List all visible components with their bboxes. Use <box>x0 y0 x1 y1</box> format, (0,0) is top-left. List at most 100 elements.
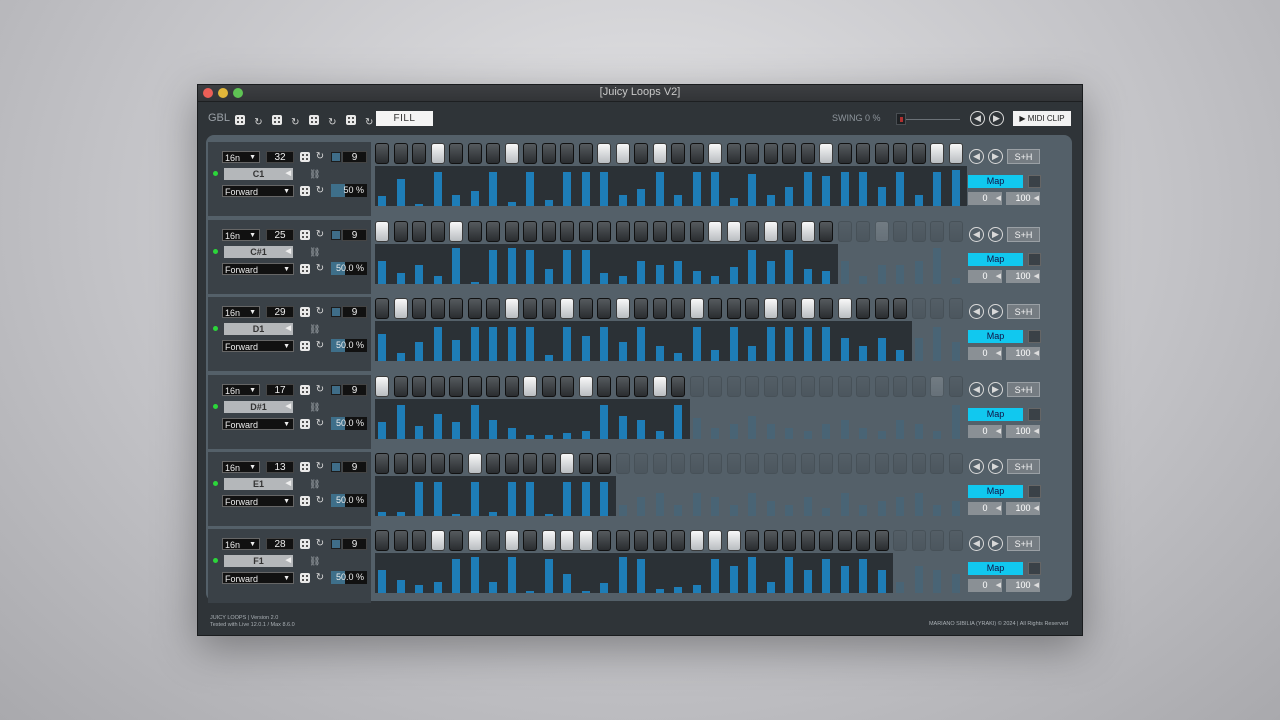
step-toggle[interactable] <box>893 298 907 319</box>
step-toggle[interactable] <box>689 298 704 319</box>
step-toggle[interactable] <box>393 376 408 397</box>
velocity-bar[interactable] <box>896 420 904 439</box>
step-toggle[interactable] <box>874 143 889 164</box>
step-toggle[interactable] <box>837 376 852 397</box>
velocity-bar[interactable] <box>433 482 442 516</box>
randomize-dice-icon[interactable] <box>308 115 319 125</box>
step-toggle[interactable] <box>948 530 963 551</box>
step-toggle[interactable] <box>893 143 907 164</box>
velocity-bar[interactable] <box>489 582 497 593</box>
velocity-bar[interactable] <box>822 559 830 593</box>
link-icon[interactable]: ⛓ <box>309 247 320 258</box>
velocity-bar[interactable] <box>637 420 645 439</box>
randomize-dice-icon[interactable] <box>300 152 310 162</box>
velocity-bar[interactable] <box>766 501 775 516</box>
range-min-box[interactable]: 0 <box>968 502 1002 515</box>
velocity-bar[interactable] <box>951 574 960 593</box>
probability-box[interactable]: 50.0 % <box>331 417 367 430</box>
velocity-bar[interactable] <box>803 327 812 361</box>
step-toggle[interactable] <box>467 530 482 551</box>
velocity-bar[interactable] <box>378 512 386 516</box>
step-toggle[interactable] <box>893 530 907 551</box>
step-toggle[interactable] <box>652 298 667 319</box>
reset-icon[interactable]: ↻ <box>315 385 325 395</box>
amount-number-box[interactable]: 9 <box>342 538 367 550</box>
velocity-bar[interactable] <box>433 414 442 439</box>
velocity-bar[interactable] <box>840 338 849 361</box>
velocity-bar[interactable] <box>396 405 405 439</box>
map-button[interactable]: Map <box>968 408 1023 421</box>
reset-icon[interactable]: ↻ <box>364 118 374 128</box>
map-button[interactable]: Map <box>968 330 1023 343</box>
step-toggle[interactable] <box>874 453 889 474</box>
map-button[interactable]: Map <box>968 485 1023 498</box>
step-toggle[interactable] <box>375 143 389 164</box>
amount-number-box[interactable]: 9 <box>342 151 367 163</box>
reset-icon[interactable]: ↻ <box>315 307 325 317</box>
amount-number-box[interactable]: 9 <box>342 384 367 396</box>
step-toggle[interactable] <box>726 530 741 551</box>
arrow-left-circle-icon[interactable]: ◀ <box>969 304 984 319</box>
arrow-right-circle-icon[interactable]: ▶ <box>988 459 1003 474</box>
velocity-bar[interactable] <box>896 497 904 516</box>
step-toggle[interactable] <box>541 376 556 397</box>
step-toggle[interactable] <box>504 221 519 242</box>
step-toggle[interactable] <box>578 221 593 242</box>
reset-icon[interactable]: ↻ <box>315 539 325 549</box>
step-toggle[interactable] <box>819 376 833 397</box>
velocity-bar[interactable] <box>785 557 793 593</box>
velocity-bar[interactable] <box>489 327 497 361</box>
amount-number-box[interactable]: 9 <box>342 461 367 473</box>
note-selector[interactable]: C#1 <box>224 246 293 258</box>
velocity-bar[interactable] <box>674 505 682 516</box>
direction-select[interactable]: Forward ▼ <box>222 418 294 430</box>
step-toggle[interactable] <box>911 453 926 474</box>
velocity-bar[interactable] <box>563 250 571 284</box>
map-button[interactable]: Map <box>968 175 1023 188</box>
step-toggle[interactable] <box>375 221 389 242</box>
velocity-bar[interactable] <box>526 327 534 361</box>
step-toggle[interactable] <box>671 453 685 474</box>
rate-select[interactable]: 16n ▼ <box>222 461 260 473</box>
map-toggle[interactable] <box>1028 485 1041 498</box>
length-number-box[interactable]: 28 <box>266 538 294 550</box>
velocity-bar[interactable] <box>378 261 386 284</box>
randomize-dice-icon[interactable] <box>300 307 310 317</box>
arrow-left-circle-icon[interactable]: ◀ <box>969 227 984 242</box>
step-toggle[interactable] <box>708 530 722 551</box>
step-toggle[interactable] <box>375 298 389 319</box>
velocity-bar[interactable] <box>563 172 571 206</box>
velocity-bar[interactable] <box>581 250 590 284</box>
step-toggle[interactable] <box>856 298 870 319</box>
velocity-bar[interactable] <box>822 327 830 361</box>
velocity-bar[interactable] <box>433 582 442 593</box>
step-toggle[interactable] <box>911 298 926 319</box>
velocity-bar[interactable] <box>766 327 775 361</box>
range-min-box[interactable]: 0 <box>968 192 1002 205</box>
velocity-bar[interactable] <box>618 195 627 206</box>
velocity-bar[interactable] <box>766 195 775 206</box>
step-toggle[interactable] <box>856 376 870 397</box>
rate-select[interactable]: 16n ▼ <box>222 306 260 318</box>
step-toggle[interactable] <box>782 221 796 242</box>
velocity-bar[interactable] <box>896 265 904 284</box>
velocity-bar[interactable] <box>766 424 775 439</box>
velocity-bar[interactable] <box>581 336 590 361</box>
velocity-bar[interactable] <box>785 327 793 361</box>
velocity-bar[interactable] <box>470 405 479 439</box>
step-toggle[interactable] <box>930 143 944 164</box>
velocity-bar[interactable] <box>655 172 664 206</box>
velocity-bar[interactable] <box>803 570 812 593</box>
velocity-bar[interactable] <box>933 570 941 593</box>
velocity-bar[interactable] <box>544 200 553 206</box>
step-toggle[interactable] <box>671 530 685 551</box>
rate-select[interactable]: 16n ▼ <box>222 151 260 163</box>
length-number-box[interactable]: 17 <box>266 384 294 396</box>
velocity-bar[interactable] <box>859 505 867 516</box>
velocity-bar[interactable] <box>507 482 516 516</box>
velocity-bar[interactable] <box>655 265 664 284</box>
velocity-bar[interactable] <box>933 431 941 439</box>
reset-icon[interactable]: ↻ <box>315 573 325 583</box>
step-toggle[interactable] <box>634 530 648 551</box>
length-number-box[interactable]: 32 <box>266 151 294 163</box>
